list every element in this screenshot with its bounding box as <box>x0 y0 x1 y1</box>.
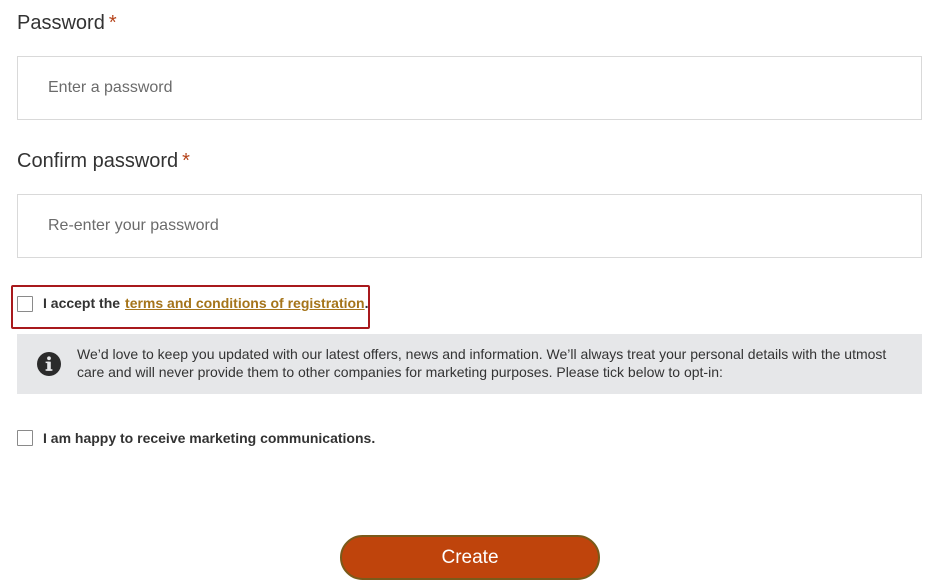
password-input[interactable] <box>17 56 922 120</box>
terms-suffix: . <box>364 295 369 311</box>
create-button[interactable]: Create <box>340 535 600 580</box>
terms-prefix: I accept the <box>43 295 121 311</box>
marketing-checkbox[interactable] <box>17 430 33 446</box>
terms-checkbox[interactable] <box>17 296 33 312</box>
terms-link[interactable]: terms and conditions of registration <box>125 295 365 311</box>
info-text: We’d love to keep you updated with our l… <box>77 346 887 380</box>
confirm-password-label-text: Confirm password <box>17 150 179 172</box>
terms-text: I accept the terms and conditions of regi… <box>43 295 369 311</box>
required-marker: * <box>182 150 190 172</box>
info-icon <box>37 352 61 376</box>
marketing-text: I am happy to receive marketing communic… <box>43 430 376 446</box>
confirm-password-label: Confirm password * <box>17 150 190 173</box>
required-marker: * <box>108 12 117 34</box>
password-label: Password * <box>17 12 117 35</box>
marketing-info-panel: We’d love to keep you updated with our l… <box>17 334 922 394</box>
confirm-password-input[interactable] <box>17 194 922 258</box>
password-label-text: Password <box>17 12 105 34</box>
